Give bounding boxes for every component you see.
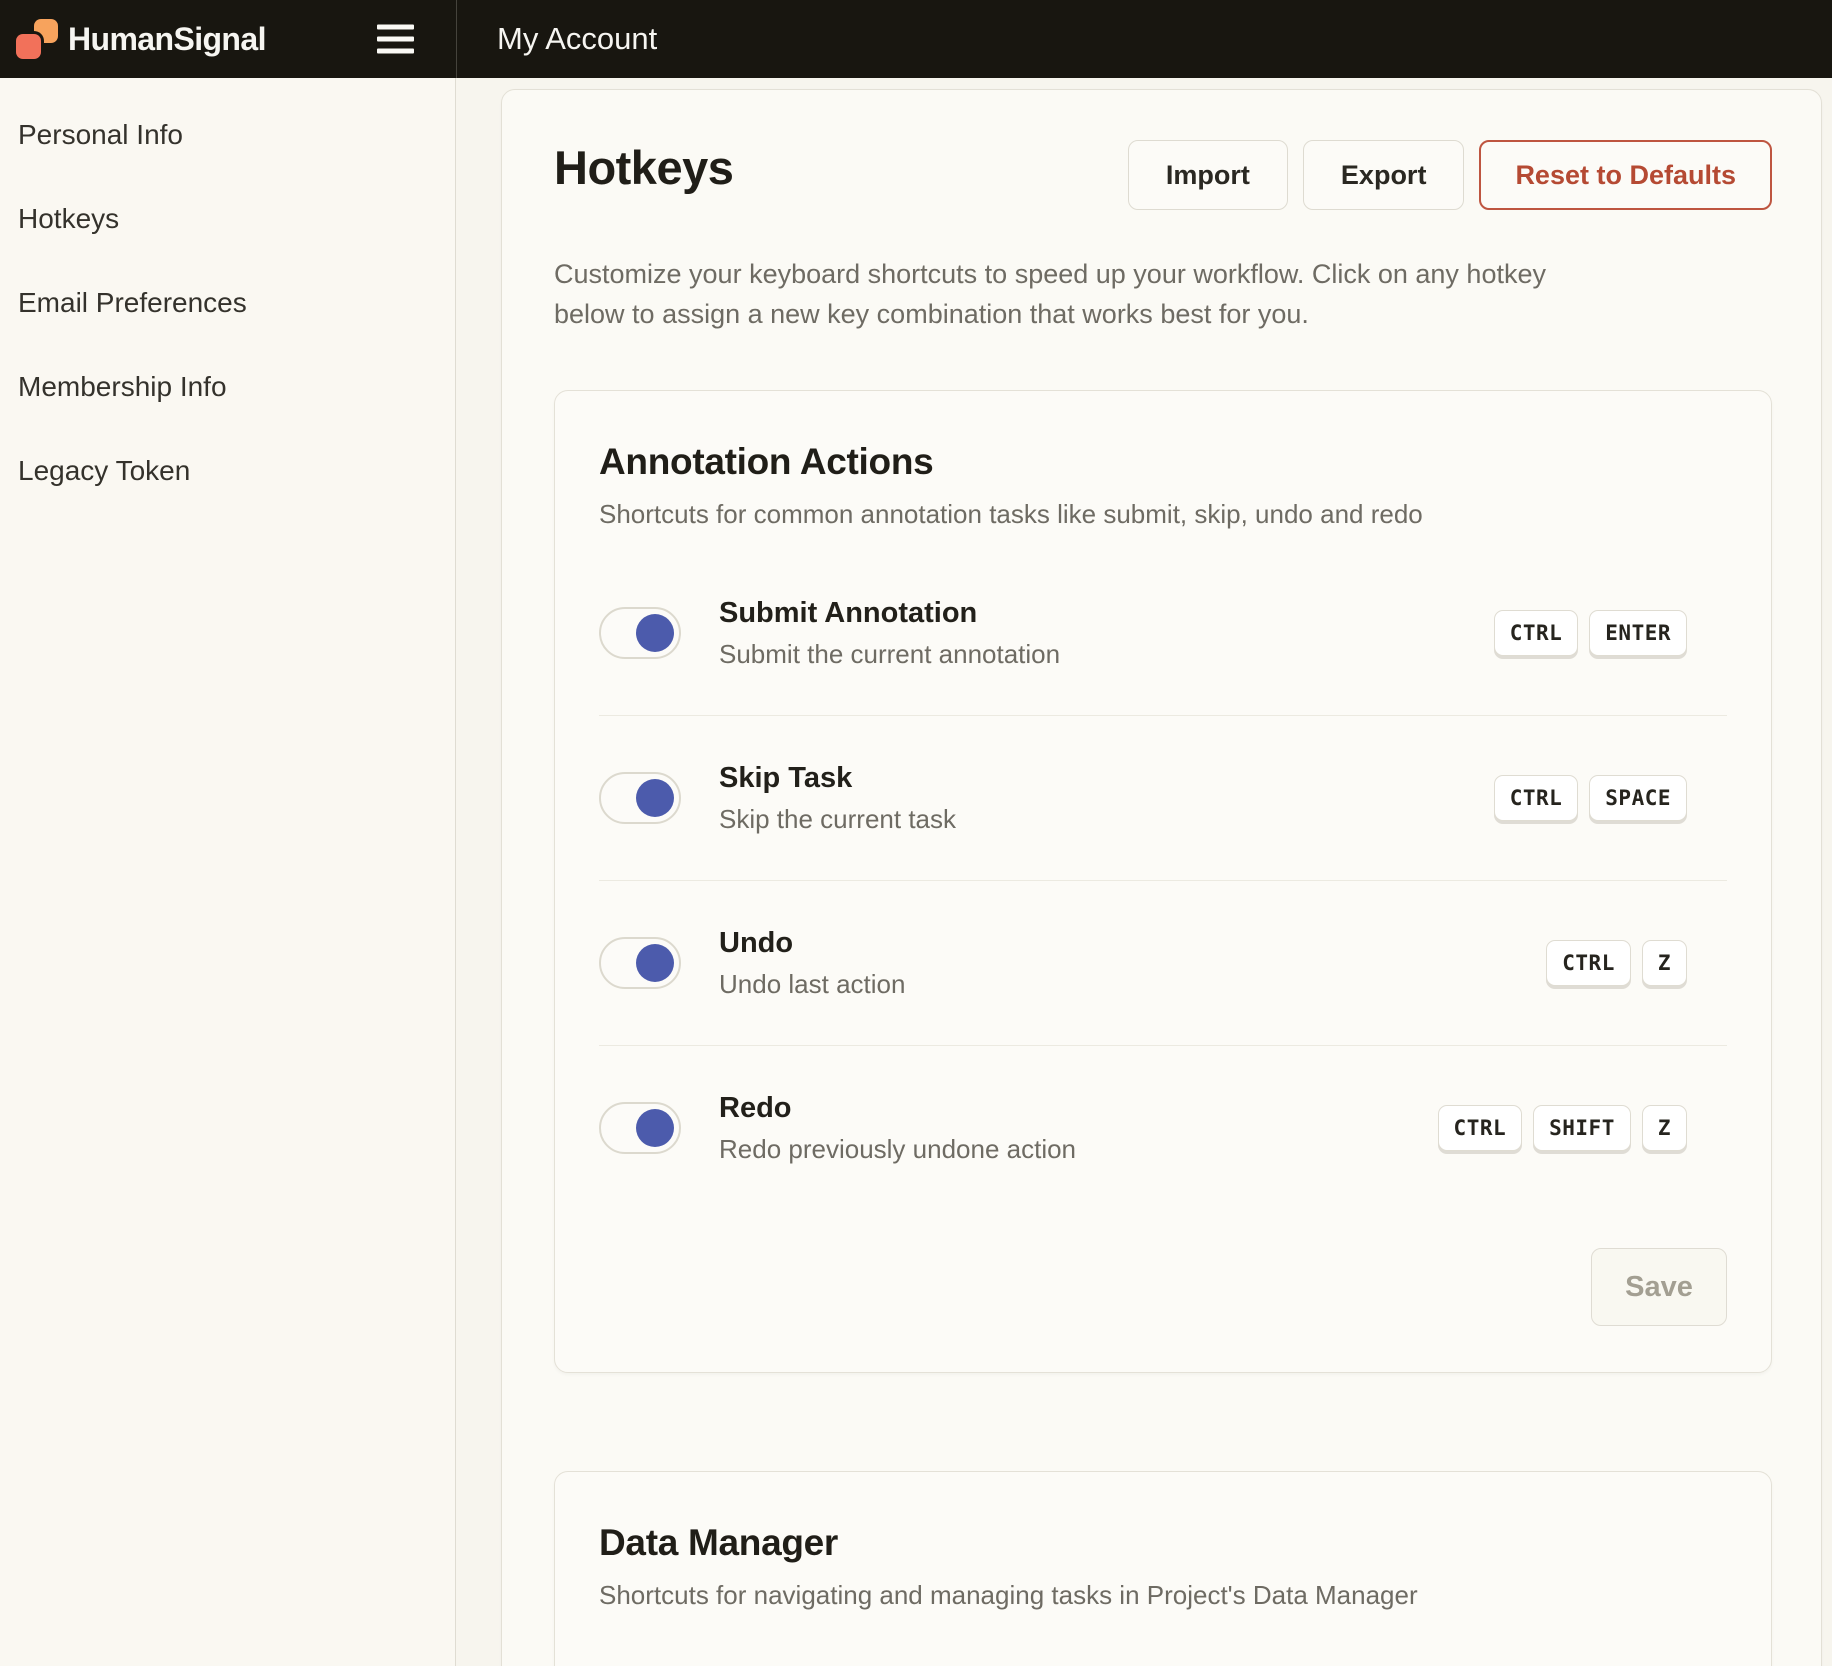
toolbar: Import Export Reset to Defaults (1128, 140, 1772, 210)
hotkey-description: Redo previously undone action (719, 1132, 1076, 1166)
hotkey-text: Skip Task Skip the current task (719, 760, 956, 836)
key-chip[interactable]: CTRL (1494, 610, 1579, 656)
hotkey-title: Submit Annotation (719, 595, 1060, 631)
sidebar-item-hotkeys[interactable]: Hotkeys (18, 202, 455, 236)
toggle-knob (636, 944, 674, 982)
section-annotation-actions: Annotation Actions Shortcuts for common … (554, 390, 1772, 1373)
toggle-knob (636, 1109, 674, 1147)
hotkey-text: Undo Undo last action (719, 925, 905, 1001)
hotkey-key-combo[interactable]: CTRLSPACE (1494, 775, 1687, 821)
sidebar-item-legacy-token[interactable]: Legacy Token (18, 454, 455, 488)
section-title: Annotation Actions (599, 439, 1727, 485)
toggle-knob (636, 614, 674, 652)
hotkey-row: Redo Redo previously undone action CTRLS… (599, 1045, 1727, 1210)
hotkey-text: Submit Annotation Submit the current ann… (719, 595, 1060, 671)
section-data-manager: Data Manager Shortcuts for navigating an… (554, 1471, 1772, 1666)
hotkey-enabled-toggle[interactable] (599, 607, 681, 659)
hotkey-key-combo[interactable]: CTRLENTER (1494, 610, 1687, 656)
humansignal-logo-icon[interactable] (14, 16, 60, 62)
section-subtitle: Shortcuts for navigating and managing ta… (599, 1578, 1727, 1612)
logo-square-coral (16, 34, 41, 59)
hotkey-description: Skip the current task (719, 802, 956, 836)
reset-to-defaults-button[interactable]: Reset to Defaults (1479, 140, 1772, 210)
account-sidebar: Personal Info Hotkeys Email Preferences … (0, 78, 456, 1666)
hotkey-description: Submit the current annotation (719, 637, 1060, 671)
hotkey-row: Submit Annotation Submit the current ann… (599, 551, 1727, 715)
save-row: Save (599, 1248, 1727, 1326)
import-button[interactable]: Import (1128, 140, 1288, 210)
page-title: Hotkeys (554, 140, 733, 196)
hotkey-enabled-toggle[interactable] (599, 937, 681, 989)
hotkey-text: Redo Redo previously undone action (719, 1090, 1076, 1166)
topbar: HumanSignal My Account (0, 0, 1832, 78)
section-title: Data Manager (599, 1520, 1727, 1566)
hotkey-row: Undo Undo last action CTRLZ (599, 880, 1727, 1045)
key-chip[interactable]: CTRL (1546, 940, 1631, 986)
sidebar-item-email-preferences[interactable]: Email Preferences (18, 286, 455, 320)
key-chip[interactable]: SPACE (1589, 775, 1687, 821)
brand-section: HumanSignal (0, 0, 456, 78)
key-chip[interactable]: CTRL (1438, 1105, 1523, 1151)
key-chip[interactable]: ENTER (1589, 610, 1687, 656)
hotkey-rows: Submit Annotation Submit the current ann… (599, 551, 1727, 1210)
section-subtitle: Shortcuts for common annotation tasks li… (599, 497, 1727, 531)
topbar-divider (456, 0, 457, 78)
hotkey-row: Skip Task Skip the current task CTRLSPAC… (599, 715, 1727, 880)
hotkey-key-combo[interactable]: CTRLSHIFTZ (1438, 1105, 1687, 1151)
page-header: Hotkeys Import Export Reset to Defaults (554, 140, 1772, 210)
save-button[interactable]: Save (1591, 1248, 1727, 1326)
sidebar-item-membership-info[interactable]: Membership Info (18, 370, 455, 404)
hotkey-title: Undo (719, 925, 905, 961)
hotkey-enabled-toggle[interactable] (599, 1102, 681, 1154)
toggle-knob (636, 779, 674, 817)
hotkey-key-combo[interactable]: CTRLZ (1546, 940, 1687, 986)
hamburger-menu-icon[interactable] (377, 25, 414, 54)
main-content: Hotkeys Import Export Reset to Defaults … (457, 78, 1832, 1666)
export-button[interactable]: Export (1303, 140, 1465, 210)
page-description: Customize your keyboard shortcuts to spe… (554, 254, 1772, 334)
brand-name[interactable]: HumanSignal (68, 21, 266, 58)
key-chip[interactable]: SHIFT (1533, 1105, 1631, 1151)
key-chip[interactable]: Z (1642, 1105, 1687, 1151)
hotkeys-panel: Hotkeys Import Export Reset to Defaults … (501, 89, 1822, 1666)
hotkey-description: Undo last action (719, 967, 905, 1001)
key-chip[interactable]: Z (1642, 940, 1687, 986)
hotkey-title: Redo (719, 1090, 1076, 1126)
sidebar-item-personal-info[interactable]: Personal Info (18, 118, 455, 152)
hotkey-title: Skip Task (719, 760, 956, 796)
topbar-page-title: My Account (497, 21, 657, 57)
key-chip[interactable]: CTRL (1494, 775, 1579, 821)
hotkey-enabled-toggle[interactable] (599, 772, 681, 824)
